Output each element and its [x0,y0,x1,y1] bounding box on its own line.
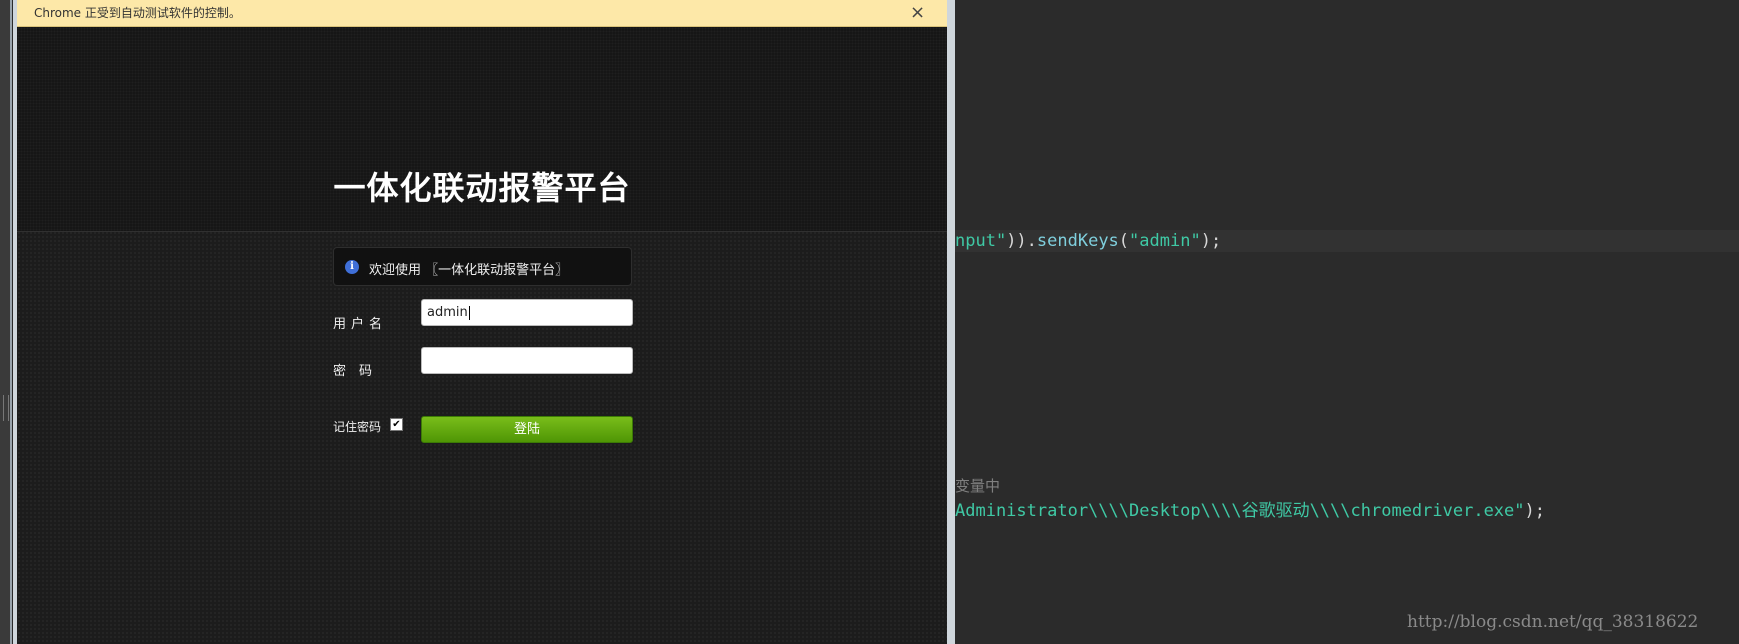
automation-infobar: Chrome 正受到自动测试软件的控制。 × [17,0,947,27]
code-punctuation: )). [1006,231,1037,251]
close-icon[interactable]: × [910,0,925,26]
text-caret [468,305,470,320]
code-arg: "admin" [1129,231,1201,251]
code-line-end: ); [1524,501,1545,521]
welcome-notice: i 欢迎使用 〖一体化联动报警平台〗 [333,247,632,286]
code-string-fragment: nput" [955,231,1007,251]
code-comment[interactable]: 变量中 [955,475,1000,496]
code-editor: nput")).sendKeys("admin"); 变量中 Administr… [955,0,1739,644]
code-path-string: Administrator\\\\Desktop\\\\谷歌驱动\\\\chro… [955,501,1525,521]
resize-grip[interactable] [3,395,9,421]
username-label: 用户名 [333,317,388,332]
code-line-driver-path[interactable]: Administrator\\\\Desktop\\\\谷歌驱动\\\\chro… [955,496,1545,521]
login-page: 一体化联动报警平台 i 欢迎使用 〖一体化联动报警平台〗 用户名 admin 密… [17,27,947,644]
welcome-text: 欢迎使用 〖一体化联动报警平台〗 [369,263,569,278]
login-button[interactable]: 登陆 [421,416,633,443]
username-value: admin [427,305,468,320]
code-method: sendKeys [1036,231,1119,251]
code-paren-open: ( [1118,231,1130,251]
remember-password-label: 记住密码 [333,420,382,434]
info-icon: i [345,260,359,274]
code-line-sendkeys[interactable]: nput")).sendKeys("admin"); [955,231,1221,251]
chrome-window: Chrome 正受到自动测试软件的控制。 × 一体化联动报警平台 i 欢迎使用 … [13,0,955,644]
password-label: 密 码 [333,364,373,379]
password-input[interactable] [421,347,633,374]
window-border-highlight [10,0,12,644]
infobar-message: Chrome 正受到自动测试软件的控制。 [34,6,241,20]
username-input[interactable]: admin [421,299,633,326]
code-paren-close: ); [1200,231,1222,251]
watermark: http://blog.csdn.net/qq_38318622 [1407,612,1699,632]
desktop-edge [0,0,12,644]
remember-password-checkbox[interactable]: ✔ [390,418,403,431]
page-title: 一体化联动报警平台 [333,169,631,207]
